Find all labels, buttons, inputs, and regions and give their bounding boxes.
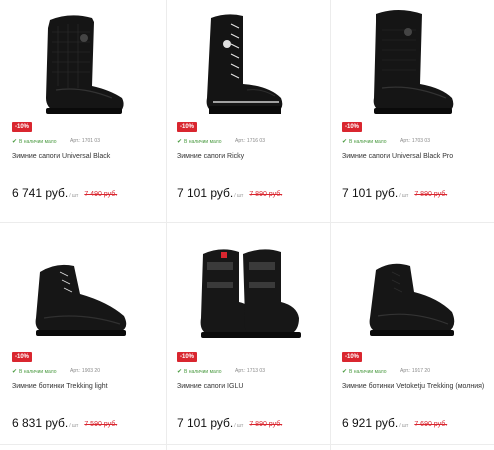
- price-block: 7 101 руб./ шт 7 890 руб.: [177, 414, 282, 432]
- check-icon: ✔: [342, 139, 348, 145]
- current-price: 6 921 руб.: [342, 416, 399, 430]
- product-card[interactable]: -10% ✔ В наличии мало Арт.: 1903 20 Зимни…: [12, 232, 172, 447]
- check-icon: ✔: [12, 139, 18, 145]
- price-block: 6 921 руб./ шт 7 690 руб.: [342, 414, 447, 432]
- product-name-link[interactable]: Зимние ботинки Trekking light: [12, 382, 162, 391]
- product-name-link[interactable]: Зимние сапоги Universal Black: [12, 152, 162, 161]
- product-image[interactable]: [177, 2, 337, 120]
- article-number: Арт.: 1701 03: [70, 138, 100, 144]
- discount-badge: -10%: [342, 352, 363, 362]
- stock-label: В наличии мало: [19, 139, 57, 145]
- old-price: 7 890 руб.: [249, 191, 283, 198]
- current-price: 6 831 руб.: [12, 416, 69, 430]
- price-block: 7 101 руб./ шт 7 890 руб.: [177, 184, 282, 202]
- article-number: Арт.: 1716 03: [235, 138, 265, 144]
- price-unit: / шт: [399, 423, 409, 429]
- stock-label: В наличии мало: [184, 139, 222, 145]
- check-icon: ✔: [177, 139, 183, 145]
- check-icon: ✔: [12, 369, 18, 375]
- article-number: Арт.: 1713 03: [235, 368, 265, 374]
- check-icon: ✔: [177, 369, 183, 375]
- current-price: 7 101 руб.: [177, 186, 234, 200]
- price-block: 6 831 руб./ шт 7 590 руб.: [12, 414, 117, 432]
- current-price: 7 101 руб.: [342, 186, 399, 200]
- product-image[interactable]: [342, 2, 494, 120]
- stock-status: ✔ В наличии мало: [177, 138, 222, 145]
- old-price: 7 890 руб.: [249, 421, 283, 428]
- product-card[interactable]: -10% ✔ В наличии мало Арт.: 1716 03 Зимни…: [177, 2, 337, 217]
- price-unit: / шт: [69, 193, 79, 199]
- product-name-link[interactable]: Зимние сапоги Universal Black Pro: [342, 152, 492, 161]
- stock-status: ✔ В наличии мало: [342, 368, 387, 375]
- price-block: 6 741 руб./ шт 7 490 руб.: [12, 184, 117, 202]
- product-card[interactable]: -10% ✔ В наличии мало Арт.: 1703 03 Зимни…: [342, 2, 494, 217]
- discount-badge: -10%: [177, 122, 198, 132]
- article-number: Арт.: 1917 20: [400, 368, 430, 374]
- old-price: 7 690 руб.: [414, 421, 448, 428]
- product-image[interactable]: [342, 232, 494, 350]
- product-card[interactable]: -10% ✔ В наличии мало Арт.: 1701 03 Зимни…: [12, 2, 172, 217]
- product-name-link[interactable]: Зимние сапоги Ricky: [177, 152, 327, 161]
- old-price: 7 890 руб.: [414, 191, 448, 198]
- product-image[interactable]: [177, 232, 337, 350]
- price-unit: / шт: [234, 193, 244, 199]
- stock-status: ✔ В наличии мало: [342, 138, 387, 145]
- current-price: 6 741 руб.: [12, 186, 69, 200]
- grid-divider: [0, 222, 494, 223]
- product-image[interactable]: [12, 2, 172, 120]
- check-icon: ✔: [342, 369, 348, 375]
- product-image[interactable]: [12, 232, 172, 350]
- stock-label: В наличии мало: [19, 369, 57, 375]
- stock-label: В наличии мало: [184, 369, 222, 375]
- article-number: Арт.: 1703 03: [400, 138, 430, 144]
- price-unit: / шт: [69, 423, 79, 429]
- stock-status: ✔ В наличии мало: [12, 138, 57, 145]
- old-price: 7 490 руб.: [84, 191, 118, 198]
- article-number: Арт.: 1903 20: [70, 368, 100, 374]
- product-card[interactable]: -10% ✔ В наличии мало Арт.: 1713 03 Зимни…: [177, 232, 337, 447]
- price-unit: / шт: [399, 193, 409, 199]
- product-name-link[interactable]: Зимние сапоги IGLU: [177, 382, 327, 391]
- price-unit: / шт: [234, 423, 244, 429]
- stock-label: В наличии мало: [349, 139, 387, 145]
- current-price: 7 101 руб.: [177, 416, 234, 430]
- stock-status: ✔ В наличии мало: [177, 368, 222, 375]
- discount-badge: -10%: [342, 122, 363, 132]
- product-name-link[interactable]: Зимние ботинки Vetoketju Trekking (молни…: [342, 382, 492, 391]
- discount-badge: -10%: [12, 352, 33, 362]
- discount-badge: -10%: [177, 352, 198, 362]
- product-card[interactable]: -10% ✔ В наличии мало Арт.: 1917 20 Зимни…: [342, 232, 494, 447]
- price-block: 7 101 руб./ шт 7 890 руб.: [342, 184, 447, 202]
- discount-badge: -10%: [12, 122, 33, 132]
- stock-status: ✔ В наличии мало: [12, 368, 57, 375]
- old-price: 7 590 руб.: [84, 421, 118, 428]
- stock-label: В наличии мало: [349, 369, 387, 375]
